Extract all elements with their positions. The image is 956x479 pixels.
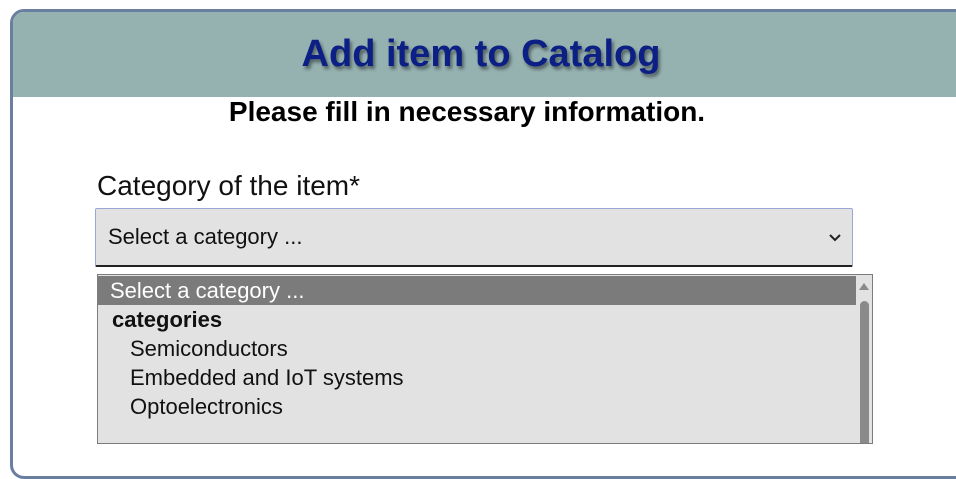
chevron-down-icon [829,234,841,242]
option-semiconductors[interactable]: Semiconductors [130,334,288,363]
category-dropdown-list[interactable]: Select a category ... categories Semicon… [97,274,873,444]
option-optoelectronics[interactable]: Optoelectronics [130,392,283,421]
scroll-thumb[interactable] [860,301,869,443]
category-select-value: Select a category ... [108,224,303,249]
dropdown-scrollbar[interactable] [856,275,872,443]
form-subtitle: Please fill in necessary information. [228,96,706,127]
option-select-a-category[interactable]: Select a category ... [98,276,856,305]
category-label: Category of the item* [97,170,361,201]
scroll-up-arrow-icon[interactable] [859,283,869,290]
option-embedded-and-iot-systems[interactable]: Embedded and IoT systems [130,363,404,392]
header-bar: Add item to Catalog [13,12,956,97]
category-select[interactable]: Select a category ... [95,208,853,267]
page-title: Add item to Catalog [301,33,661,75]
optgroup-categories: categories [112,307,223,332]
